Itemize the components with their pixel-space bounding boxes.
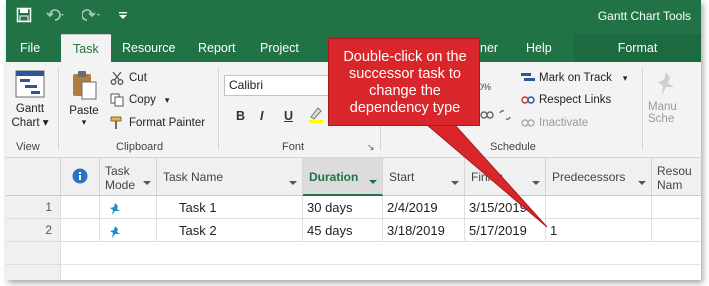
start-cell[interactable]: 2/4/2019: [383, 196, 465, 219]
copy-icon: [110, 93, 124, 107]
predecessors-filter-icon[interactable]: [638, 181, 646, 185]
tab-project[interactable]: Project: [248, 34, 311, 62]
group-label-schedule: Schedule: [490, 141, 536, 153]
redo-icon[interactable]: [81, 7, 104, 26]
tab-file[interactable]: File: [8, 34, 52, 62]
duration-filter-icon[interactable]: [369, 180, 377, 184]
manually-schedule-button[interactable]: Manu Sche: [648, 70, 698, 125]
predecessors-header[interactable]: Predecessors: [546, 158, 652, 196]
row-header[interactable]: [6, 265, 61, 280]
mark-on-track-icon: [520, 71, 535, 85]
start-header[interactable]: Start: [383, 158, 465, 196]
save-icon[interactable]: [16, 7, 32, 26]
respect-links-button[interactable]: Respect Links: [520, 93, 611, 107]
start-filter-icon[interactable]: [451, 181, 459, 185]
tab-report[interactable]: Report: [186, 34, 248, 62]
task-mode-cell[interactable]: [100, 219, 157, 242]
quick-access-toolbar: [16, 7, 128, 26]
finish-filter-icon[interactable]: [532, 181, 540, 185]
gantt-grid: Task Mode Task Name Duration Start Finis…: [6, 158, 701, 280]
indicator-cell[interactable]: [61, 196, 100, 219]
task-name-filter-icon[interactable]: [289, 181, 297, 185]
select-all-corner[interactable]: [6, 158, 61, 196]
indicator-cell[interactable]: [61, 219, 100, 242]
copy-button[interactable]: Copy ▾: [110, 93, 169, 107]
format-painter-button[interactable]: Format Painter: [110, 116, 205, 130]
group-separator: [58, 68, 59, 150]
duration-cell[interactable]: 30 days: [303, 196, 383, 219]
pushpin-icon: [654, 70, 698, 99]
paste-icon: [64, 70, 104, 103]
italic-button[interactable]: I: [260, 109, 263, 123]
inactivate-button[interactable]: Inactivate: [520, 116, 588, 130]
gantt-chart-button[interactable]: Gantt Chart ▾: [10, 70, 50, 129]
respect-links-icon: [520, 93, 535, 107]
task-name-cell[interactable]: Task 2: [157, 219, 303, 242]
tab-resource[interactable]: Resource: [110, 34, 188, 62]
row-header[interactable]: 1: [6, 196, 61, 219]
tab-task[interactable]: Task: [61, 34, 111, 62]
bold-button[interactable]: B: [236, 109, 245, 123]
task-mode-filter-icon[interactable]: [143, 181, 151, 185]
resource-names-cell[interactable]: [652, 196, 701, 219]
project-window: Gantt Chart Tools File Task Resource Rep…: [6, 0, 701, 280]
group-label-clipboard: Clipboard: [116, 141, 164, 153]
group-label-font: Font: [282, 141, 305, 153]
finish-cell[interactable]: 3/15/2019: [465, 196, 546, 219]
group-label-view: View: [16, 141, 40, 153]
finish-cell[interactable]: 5/17/2019: [465, 219, 546, 242]
unlink-tasks-icon[interactable]: [498, 108, 512, 125]
copy-dropdown-icon[interactable]: ▾: [165, 95, 170, 106]
task-name-header[interactable]: Task Name: [157, 158, 303, 196]
row-header[interactable]: 2: [6, 219, 61, 242]
finish-header[interactable]: Finish: [465, 158, 546, 196]
annotation-callout: Double-click on the successor task to ch…: [328, 38, 480, 126]
predecessors-cell[interactable]: [546, 196, 652, 219]
task-mode-cell[interactable]: [100, 196, 157, 219]
customize-qat-icon[interactable]: [118, 7, 128, 26]
task-mode-header[interactable]: Task Mode: [100, 158, 157, 196]
paste-button[interactable]: Paste ▾: [64, 70, 104, 128]
mark-on-track-button[interactable]: Mark on Track ▾: [520, 71, 627, 85]
gantt-chart-icon: [10, 70, 50, 101]
undo-icon[interactable]: [46, 7, 68, 26]
tab-format[interactable]: Format: [574, 34, 701, 62]
link-tasks-icon[interactable]: [480, 108, 494, 125]
paintbrush-icon: [110, 116, 124, 130]
gantt-chart-tools-label: Gantt Chart Tools: [597, 9, 691, 23]
group-separator: [642, 68, 643, 150]
task-name-cell[interactable]: Task 1: [157, 196, 303, 219]
font-name-combobox[interactable]: Calibri: [224, 75, 334, 96]
duration-header[interactable]: Duration: [303, 158, 383, 196]
start-cell[interactable]: 3/18/2019: [383, 219, 465, 242]
font-dialog-launcher-icon[interactable]: ↘: [367, 142, 375, 153]
cut-button[interactable]: Cut: [110, 71, 147, 85]
predecessors-cell[interactable]: 1: [546, 219, 652, 242]
callout-text: Double-click on the successor task to ch…: [343, 49, 467, 116]
indicators-header[interactable]: [61, 158, 100, 196]
info-icon: [72, 168, 88, 187]
underline-button[interactable]: U: [284, 109, 293, 123]
title-bar: Gantt Chart Tools: [6, 0, 701, 34]
duration-cell[interactable]: 45 days: [303, 219, 383, 242]
row-header[interactable]: [6, 242, 61, 265]
mark-on-track-dropdown-icon[interactable]: ▾: [623, 73, 628, 84]
tab-help[interactable]: Help: [514, 34, 564, 62]
inactivate-icon: [520, 116, 535, 130]
empty-row[interactable]: [6, 242, 701, 265]
scissors-icon: [110, 71, 124, 85]
highlight-color-icon[interactable]: [308, 106, 324, 127]
resource-names-header[interactable]: Resou Nam: [652, 158, 701, 196]
resource-names-cell[interactable]: [652, 219, 701, 242]
group-separator: [218, 68, 219, 150]
